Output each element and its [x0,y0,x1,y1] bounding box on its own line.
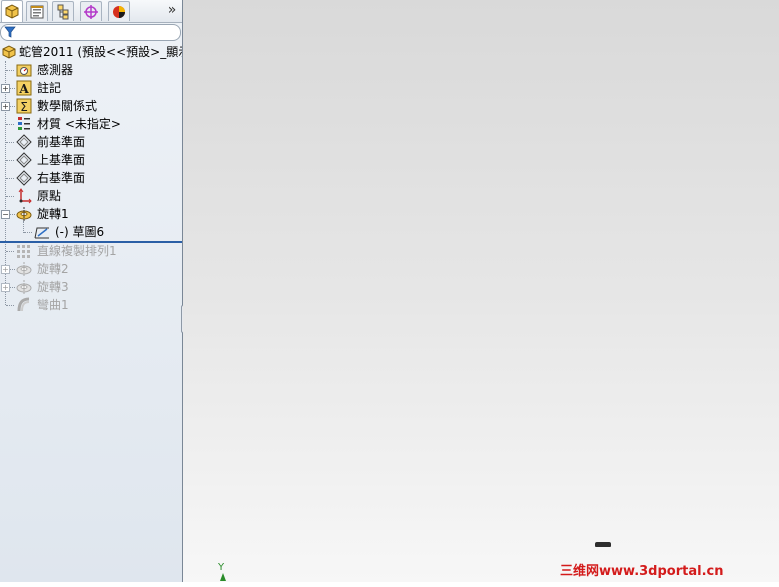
tree-item-sketch6[interactable]: (-) 草圖6 [0,223,182,241]
revolve-icon [16,262,32,276]
tree-item-label: 旋轉2 [37,262,69,276]
feature-manager-panel: » 蛇管2011 (預設<<預設>_顯示 感測器 + A 註記 + Σ 數學關係… [0,0,183,582]
manager-tabbar: » [0,0,182,23]
tree-item-revolve3[interactable]: + 旋轉3 [0,278,182,296]
dimxpert-icon [84,4,98,19]
filter-icon [4,26,16,38]
tab-propertymanager[interactable] [26,1,48,21]
triad-arrow-icon [220,573,226,581]
tree-item-front-plane[interactable]: 前基準面 [0,133,182,151]
tree-item-label: 右基準面 [37,171,86,185]
configuration-icon [57,4,69,19]
part-icon [5,3,19,19]
revolve-icon [16,280,32,294]
plane-icon [16,134,32,150]
tab-featuremanager[interactable] [1,0,23,22]
tree-item-revolve1[interactable]: − 旋轉1 [0,205,182,223]
tree-item-equations[interactable]: + Σ 數學關係式 [0,97,182,115]
tree-item-label: 前基準面 [37,135,86,149]
svg-text:Σ: Σ [20,100,28,114]
annotations-icon: A [16,80,32,96]
tree-item-label: 感測器 [37,63,74,77]
sketch-icon [34,227,49,239]
tree-item-flex1[interactable]: 彎曲1 [0,296,182,314]
tab-display-manager[interactable] [108,1,130,21]
watermark: 三维网www.3dportal.cn [560,564,724,579]
plane-icon [16,152,32,168]
property-icon [30,5,44,18]
equations-icon: Σ [16,98,32,114]
tree-item-origin[interactable]: 原點 [0,187,182,205]
plane-icon [16,170,32,186]
tree-item-label: 材質 <未指定> [37,117,121,131]
expand-toggle[interactable]: + [1,283,10,292]
tab-dimxpert[interactable] [80,1,102,21]
origin-icon [18,188,32,204]
tab-configurationmanager[interactable] [52,1,74,21]
tree-item-material[interactable]: 材質 <未指定> [0,115,182,133]
tree-root-label: 蛇管2011 (預設<<預設>_顯示 [19,45,183,59]
tree-item-label: 上基準面 [37,153,86,167]
svg-text:A: A [18,82,29,96]
expand-toggle[interactable]: + [1,102,10,111]
tree-item-label: 註記 [37,81,62,95]
tree-item-sensors[interactable]: 感測器 [0,61,182,79]
graphics-area[interactable] [183,0,779,582]
tree-item-label: 數學關係式 [37,99,98,113]
tree-filter-input[interactable] [0,24,181,41]
expand-toggle[interactable]: + [1,265,10,274]
sensor-folder-icon [16,64,32,77]
tree-item-top-plane[interactable]: 上基準面 [0,151,182,169]
tree-item-revolve2[interactable]: + 旋轉2 [0,260,182,278]
tree-item-label: 旋轉3 [37,280,69,294]
part-icon [2,45,16,59]
tabs-overflow-button[interactable]: » [165,2,179,18]
flex-icon [17,297,30,312]
tree-item-annotations[interactable]: + A 註記 [0,79,182,97]
tree-item-linear-pattern1[interactable]: 直線複製排列1 [0,242,182,260]
tree-root[interactable]: 蛇管2011 (預設<<預設>_顯示 [0,43,182,61]
tree-item-label: 彎曲1 [37,298,69,312]
tree-item-label: 直線複製排列1 [37,244,117,258]
expand-toggle[interactable]: + [1,84,10,93]
linear-pattern-icon [17,245,30,258]
collapse-toggle[interactable]: − [1,210,10,219]
material-icon [18,117,30,130]
tree-item-label: (-) 草圖6 [55,225,105,239]
part-geometry[interactable] [595,542,611,547]
tree-item-label: 旋轉1 [37,207,69,221]
revolve-icon [16,207,32,221]
tree-item-right-plane[interactable]: 右基準面 [0,169,182,187]
tree-item-label: 原點 [37,189,62,203]
display-manager-icon [113,5,125,18]
